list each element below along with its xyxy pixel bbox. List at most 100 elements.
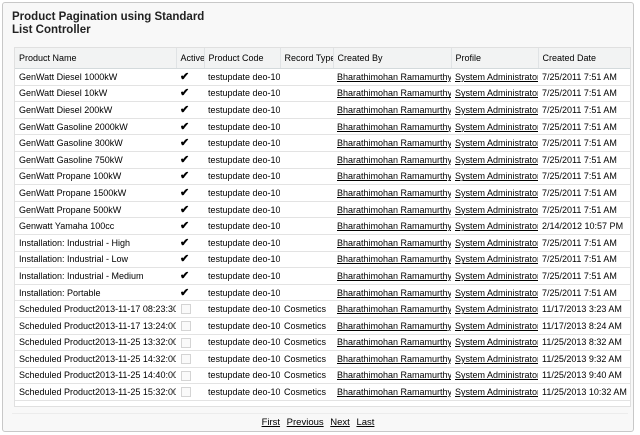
created-by-link[interactable]: Bharathimohan Ramamurthy — [337, 304, 451, 314]
profile-link[interactable]: System Administrator — [455, 337, 538, 347]
created-by-link[interactable]: Bharathimohan Ramamurthy — [337, 205, 451, 215]
cell-product-code: testupdate deo-10 — [204, 350, 280, 368]
last-page-link[interactable]: Last — [356, 417, 374, 428]
profile-link[interactable]: System Administrator — [455, 370, 538, 380]
cell-created-by: Bharathimohan Ramamurthy — [333, 267, 451, 285]
table-row: GenWatt Diesel 1000kW ✔ testupdate deo-10 B… — [15, 68, 630, 86]
created-by-link[interactable]: Bharathimohan Ramamurthy — [337, 238, 451, 248]
created-by-link[interactable]: Bharathimohan Ramamurthy — [337, 354, 451, 364]
check-icon: ✔ — [180, 103, 190, 116]
created-by-link[interactable]: Bharathimohan Ramamurthy — [337, 138, 451, 148]
cell-product-code: testupdate deo-10 — [204, 217, 280, 235]
cell-created-by: Bharathimohan Ramamurthy — [333, 334, 451, 352]
check-icon: ✔ — [180, 70, 190, 83]
created-by-link[interactable]: Bharathimohan Ramamurthy — [337, 221, 451, 231]
cell-active: ✔ — [176, 134, 204, 152]
table-row: GenWatt Diesel 10kW ✔ testupdate deo-10 Bha… — [15, 85, 630, 103]
profile-link[interactable]: System Administrator — [455, 387, 538, 397]
cell-created-date: 11/25/2013 9:40 AM — [538, 367, 630, 385]
profile-link[interactable]: System Administrator — [455, 138, 538, 148]
cell-created-date: 2/14/2012 10:57 PM — [538, 217, 630, 235]
table-row: GenWatt Gasoline 300kW ✔ testupdate deo-10… — [15, 134, 630, 152]
cell-profile: System Administrator — [451, 350, 538, 368]
profile-link[interactable]: System Administrator — [455, 122, 538, 132]
cell-created-date: 11/17/2013 8:24 AM — [538, 317, 630, 335]
column-header-created-date[interactable]: Created Date — [538, 48, 630, 69]
cell-product-code: testupdate deo-10 — [204, 300, 280, 318]
cell-product-name: GenWatt Propane 500kW — [15, 201, 176, 219]
column-header-profile[interactable]: Profile — [451, 48, 539, 69]
created-by-link[interactable]: Bharathimohan Ramamurthy — [337, 72, 451, 82]
cell-product-name: Installation: Industrial - Medium — [15, 267, 176, 285]
cell-product-name: Scheduled Product2013-11-25 15:32:00 — [15, 383, 176, 401]
profile-link[interactable]: System Administrator — [455, 271, 538, 281]
table-row: Genwatt Yamaha 100cc ✔ testupdate deo-10 Bh… — [15, 217, 630, 235]
cell-profile: System Administrator — [451, 267, 538, 285]
created-by-link[interactable]: Bharathimohan Ramamurthy — [337, 122, 451, 132]
created-by-link[interactable]: Bharathimohan Ramamurthy — [337, 370, 451, 380]
first-page-link[interactable]: First — [262, 417, 280, 428]
cell-created-by: Bharathimohan Ramamurthy — [333, 251, 451, 269]
profile-link[interactable]: System Administrator — [455, 321, 538, 331]
cell-active — [176, 317, 204, 335]
page-title: Product Pagination using Standard List C… — [12, 11, 205, 36]
cell-product-name: GenWatt Gasoline 750kW — [15, 151, 176, 169]
cell-created-by: Bharathimohan Ramamurthy — [333, 85, 451, 103]
cell-profile: System Administrator — [451, 217, 538, 235]
cell-record-type — [280, 201, 333, 219]
cell-record-type — [280, 68, 333, 86]
created-by-link[interactable]: Bharathimohan Ramamurthy — [337, 321, 451, 331]
created-by-link[interactable]: Bharathimohan Ramamurthy — [337, 105, 451, 115]
profile-link[interactable]: System Administrator — [455, 221, 538, 231]
profile-link[interactable]: System Administrator — [455, 72, 538, 82]
next-page-link[interactable]: Next — [330, 417, 350, 428]
profile-link[interactable]: System Administrator — [455, 105, 538, 115]
created-by-link[interactable]: Bharathimohan Ramamurthy — [337, 88, 451, 98]
column-header-product-name[interactable]: Product Name — [15, 48, 177, 69]
check-icon: ✔ — [180, 137, 190, 150]
column-header-created-by[interactable]: Created By — [333, 48, 452, 69]
profile-link[interactable]: System Administrator — [455, 304, 538, 314]
cell-profile: System Administrator — [451, 168, 538, 186]
created-by-link[interactable]: Bharathimohan Ramamurthy — [337, 171, 451, 181]
product-table-container: Product Name Active Product Code Record … — [14, 47, 631, 407]
cell-product-name: GenWatt Gasoline 2000kW — [15, 118, 176, 136]
cell-created-by: Bharathimohan Ramamurthy — [333, 151, 451, 169]
cell-record-type: Cosmetics — [280, 300, 333, 318]
created-by-link[interactable]: Bharathimohan Ramamurthy — [337, 155, 451, 165]
cell-product-code: testupdate deo-10 — [204, 367, 280, 385]
created-by-link[interactable]: Bharathimohan Ramamurthy — [337, 271, 451, 281]
created-by-link[interactable]: Bharathimohan Ramamurthy — [337, 337, 451, 347]
column-header-product-code[interactable]: Product Code — [204, 48, 281, 69]
profile-link[interactable]: System Administrator — [455, 155, 538, 165]
profile-link[interactable]: System Administrator — [455, 171, 538, 181]
check-icon: ✔ — [180, 153, 190, 166]
table-row: Scheduled Product2013-11-17 08:23:30 test… — [15, 300, 630, 318]
cell-created-by: Bharathimohan Ramamurthy — [333, 284, 451, 302]
profile-link[interactable]: System Administrator — [455, 254, 538, 264]
created-by-link[interactable]: Bharathimohan Ramamurthy — [337, 188, 451, 198]
cell-created-by: Bharathimohan Ramamurthy — [333, 317, 451, 335]
table-row: Installation: Industrial - Medium ✔ testup… — [15, 267, 630, 285]
cell-created-date: 7/25/2011 7:51 AM — [538, 251, 630, 269]
profile-link[interactable]: System Administrator — [455, 288, 538, 298]
cell-product-code: testupdate deo-10 — [204, 85, 280, 103]
column-header-record-type[interactable]: Record Type — [280, 48, 334, 69]
profile-link[interactable]: System Administrator — [455, 354, 538, 364]
created-by-link[interactable]: Bharathimohan Ramamurthy — [337, 387, 451, 397]
created-by-link[interactable]: Bharathimohan Ramamurthy — [337, 288, 451, 298]
cell-profile: System Administrator — [451, 68, 538, 86]
profile-link[interactable]: System Administrator — [455, 238, 538, 248]
check-icon: ✔ — [180, 253, 190, 266]
created-by-link[interactable]: Bharathimohan Ramamurthy — [337, 254, 451, 264]
cell-record-type — [280, 267, 333, 285]
profile-link[interactable]: System Administrator — [455, 88, 538, 98]
cell-profile: System Administrator — [451, 367, 538, 385]
cell-product-code: testupdate deo-10 — [204, 234, 280, 252]
cell-created-by: Bharathimohan Ramamurthy — [333, 234, 451, 252]
profile-link[interactable]: System Administrator — [455, 188, 538, 198]
cell-profile: System Administrator — [451, 317, 538, 335]
previous-page-link[interactable]: Previous — [287, 417, 324, 428]
profile-link[interactable]: System Administrator — [455, 205, 538, 215]
column-header-active[interactable]: Active — [176, 48, 205, 69]
